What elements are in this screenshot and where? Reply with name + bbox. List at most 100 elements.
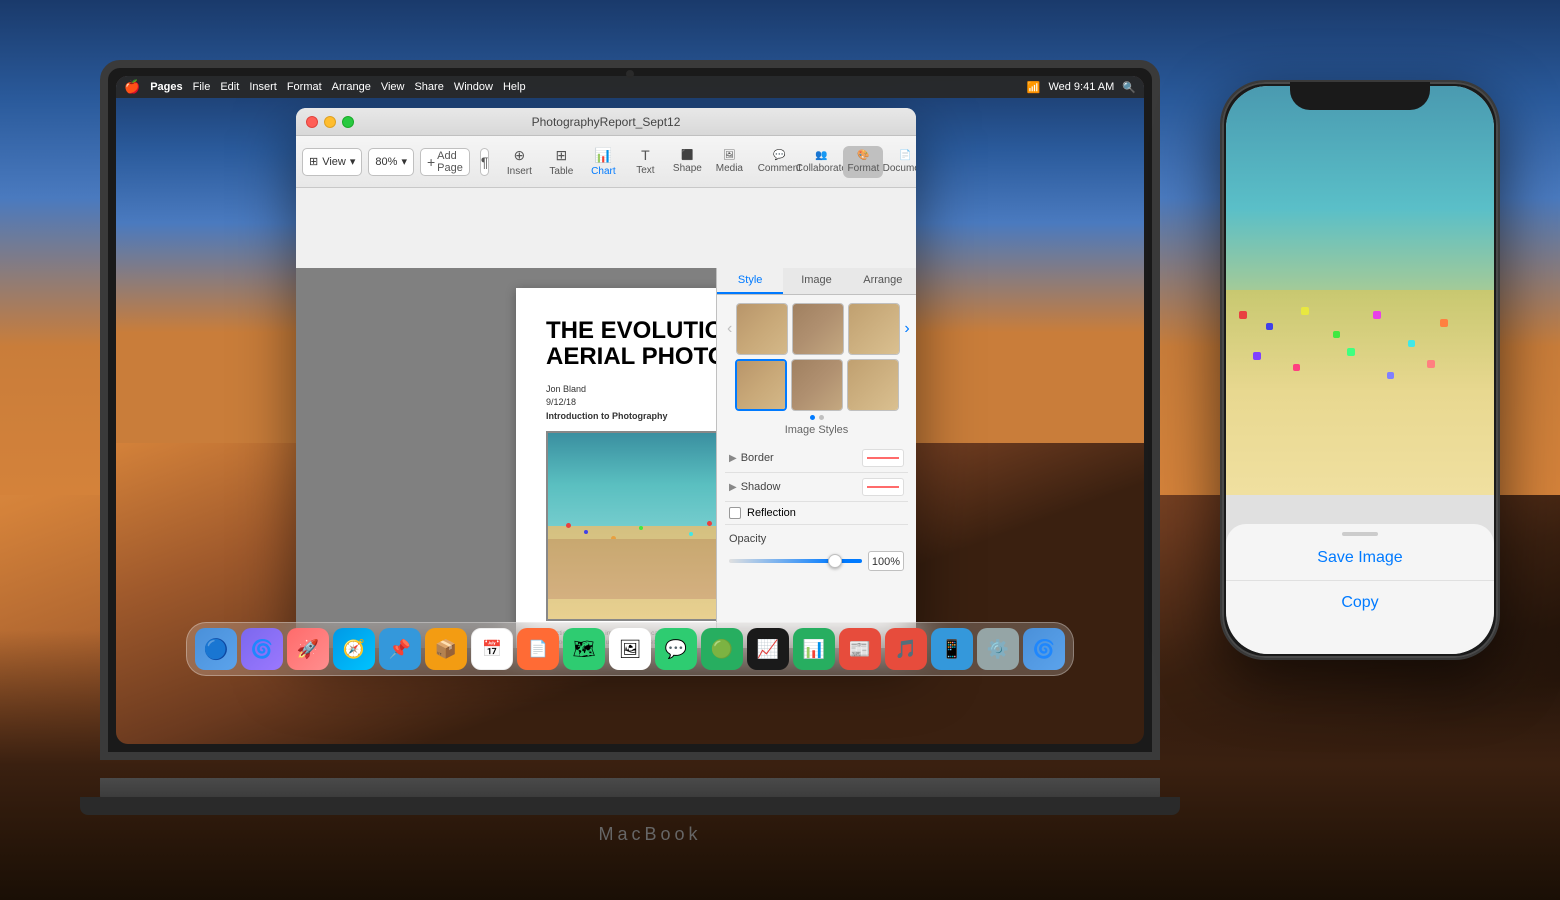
style-grid-row2 xyxy=(735,359,899,411)
style-thumb-inner-5 xyxy=(792,360,842,410)
format-label: Format xyxy=(848,163,880,174)
style-dot-2 xyxy=(819,415,824,420)
style-dots-container xyxy=(725,415,908,420)
share-menu[interactable]: Share xyxy=(414,81,443,93)
dock-numbers[interactable]: 📊 xyxy=(793,628,835,670)
dock-messages[interactable]: 💬 xyxy=(655,628,697,670)
collaborate-toolbar-item[interactable]: 👥 Collaborate xyxy=(801,146,841,178)
style-thumb-inner-2 xyxy=(793,304,843,354)
edit-menu[interactable]: Edit xyxy=(220,81,239,93)
dock-facetime[interactable]: 🟢 xyxy=(701,628,743,670)
style-thumb-6[interactable] xyxy=(847,359,899,411)
view-menu[interactable]: View xyxy=(381,81,405,93)
opacity-section: Opacity 100% xyxy=(725,525,908,579)
arrange-tab[interactable]: Arrange xyxy=(850,268,916,294)
dock-maps[interactable]: 🗺 xyxy=(563,628,605,670)
view-label: View xyxy=(322,156,346,168)
shape-icon: ⬛ xyxy=(681,150,693,161)
paragraph-button[interactable]: ¶ xyxy=(480,148,490,176)
dock-music[interactable]: 🎵 xyxy=(885,628,927,670)
launchpad-icon: 🚀 xyxy=(297,639,319,660)
pages-menu-app[interactable]: Pages xyxy=(150,81,182,93)
clock-display: Wed 9:41 AM xyxy=(1048,81,1114,93)
minimize-button[interactable] xyxy=(324,116,336,128)
dock-stocks[interactable]: 📈 xyxy=(747,628,789,670)
add-page-button[interactable]: + Add Page xyxy=(420,148,470,176)
image-tab[interactable]: Image xyxy=(783,268,849,294)
copy-button[interactable]: Copy xyxy=(1226,581,1494,625)
dock-news[interactable]: 📰 xyxy=(839,628,881,670)
window-menu[interactable]: Window xyxy=(454,81,493,93)
search-icon[interactable]: 🔍 xyxy=(1122,81,1136,94)
dock-calendar[interactable]: 📅 xyxy=(471,628,513,670)
insert-menu[interactable]: Insert xyxy=(249,81,277,93)
add-page-label: Add Page xyxy=(437,150,463,174)
style-thumb-5[interactable] xyxy=(791,359,843,411)
format-menu[interactable]: Format xyxy=(287,81,322,93)
dock-finder[interactable]: 🔵 xyxy=(195,628,237,670)
style-nav-next[interactable]: › xyxy=(902,320,911,338)
border-color-swatch[interactable] xyxy=(862,449,904,467)
image-styles-label: Image Styles xyxy=(725,424,908,436)
document-toolbar-item[interactable]: 📄 Document xyxy=(885,146,916,178)
appstore-icon: 📱 xyxy=(941,639,963,660)
style-nav-area: ‹ xyxy=(725,303,908,411)
dock-mail[interactable]: 📌 xyxy=(379,628,421,670)
shape-toolbar-item[interactable]: ⬛ Shape xyxy=(667,146,707,178)
opacity-value[interactable]: 100% xyxy=(868,551,904,571)
save-image-button[interactable]: Save Image xyxy=(1226,536,1494,581)
style-thumb-2[interactable] xyxy=(792,303,844,355)
close-button[interactable] xyxy=(306,116,318,128)
style-thumb-3[interactable] xyxy=(848,303,900,355)
table-toolbar-item[interactable]: ⊞ Table xyxy=(541,143,581,181)
macbook-screen-inner: 🍎 Pages File Edit Insert Format Arrange … xyxy=(116,76,1144,744)
maps-icon: 🗺 xyxy=(573,639,596,660)
arrange-menu[interactable]: Arrange xyxy=(332,81,371,93)
inspector-panel: Style Image Arrange ‹ xyxy=(716,268,916,648)
dock-finder2[interactable]: 🌀 xyxy=(1023,628,1065,670)
notes-icon: 📦 xyxy=(435,639,457,660)
dock-siri[interactable]: 🌀 xyxy=(241,628,283,670)
text-label: Text xyxy=(636,165,654,176)
media-toolbar-item[interactable]: 🖼 Media xyxy=(709,146,749,178)
stocks-icon: 📈 xyxy=(757,639,779,660)
beach-sand xyxy=(548,526,729,619)
opacity-slider-thumb[interactable] xyxy=(828,554,842,568)
aerial-photo-image[interactable] xyxy=(546,431,731,621)
view-select[interactable]: ⊞ View ▾ xyxy=(302,148,362,176)
zoom-select[interactable]: 80% ▾ xyxy=(368,148,414,176)
style-tab[interactable]: Style xyxy=(717,268,783,294)
format-toolbar-item[interactable]: 🎨 Format xyxy=(843,146,883,178)
help-menu[interactable]: Help xyxy=(503,81,526,93)
maximize-button[interactable] xyxy=(342,116,354,128)
iphone-notch xyxy=(1290,82,1430,110)
shadow-color-swatch[interactable] xyxy=(862,478,904,496)
comment-toolbar-item[interactable]: 💬 Comment xyxy=(759,146,799,178)
style-nav-prev[interactable]: ‹ xyxy=(725,320,734,338)
dock-photos[interactable]: 🖼 xyxy=(609,628,651,670)
news-icon: 📰 xyxy=(849,639,871,660)
text-toolbar-item[interactable]: T Text xyxy=(625,143,665,180)
dock-notes[interactable]: 📦 xyxy=(425,628,467,670)
dock-appstore[interactable]: 📱 xyxy=(931,628,973,670)
style-thumb-1[interactable] xyxy=(736,303,788,355)
dock-pages[interactable]: 📄 xyxy=(517,628,559,670)
insert-toolbar-item[interactable]: ⊕ Insert xyxy=(499,143,539,181)
reflection-row[interactable]: Reflection xyxy=(725,502,908,525)
dock-safari[interactable]: 🧭 xyxy=(333,628,375,670)
document-icon: 📄 xyxy=(899,150,911,161)
siri-icon: 🌀 xyxy=(251,639,273,660)
border-label: Border xyxy=(741,452,862,464)
style-thumb-4[interactable] xyxy=(735,359,787,411)
chart-toolbar-item[interactable]: 📊 Chart xyxy=(583,143,623,181)
border-row[interactable]: ▶ Border xyxy=(725,444,908,473)
file-menu[interactable]: File xyxy=(193,81,211,93)
shadow-row[interactable]: ▶ Shadow xyxy=(725,473,908,502)
reflection-checkbox[interactable] xyxy=(729,507,741,519)
opacity-slider[interactable] xyxy=(729,559,862,563)
dock-preferences[interactable]: ⚙️ xyxy=(977,628,1019,670)
dock-launchpad[interactable]: 🚀 xyxy=(287,628,329,670)
apple-menu[interactable]: 🍎 xyxy=(124,79,140,95)
opacity-controls: 100% xyxy=(729,551,904,571)
collaborate-label: Collaborate xyxy=(796,163,847,174)
